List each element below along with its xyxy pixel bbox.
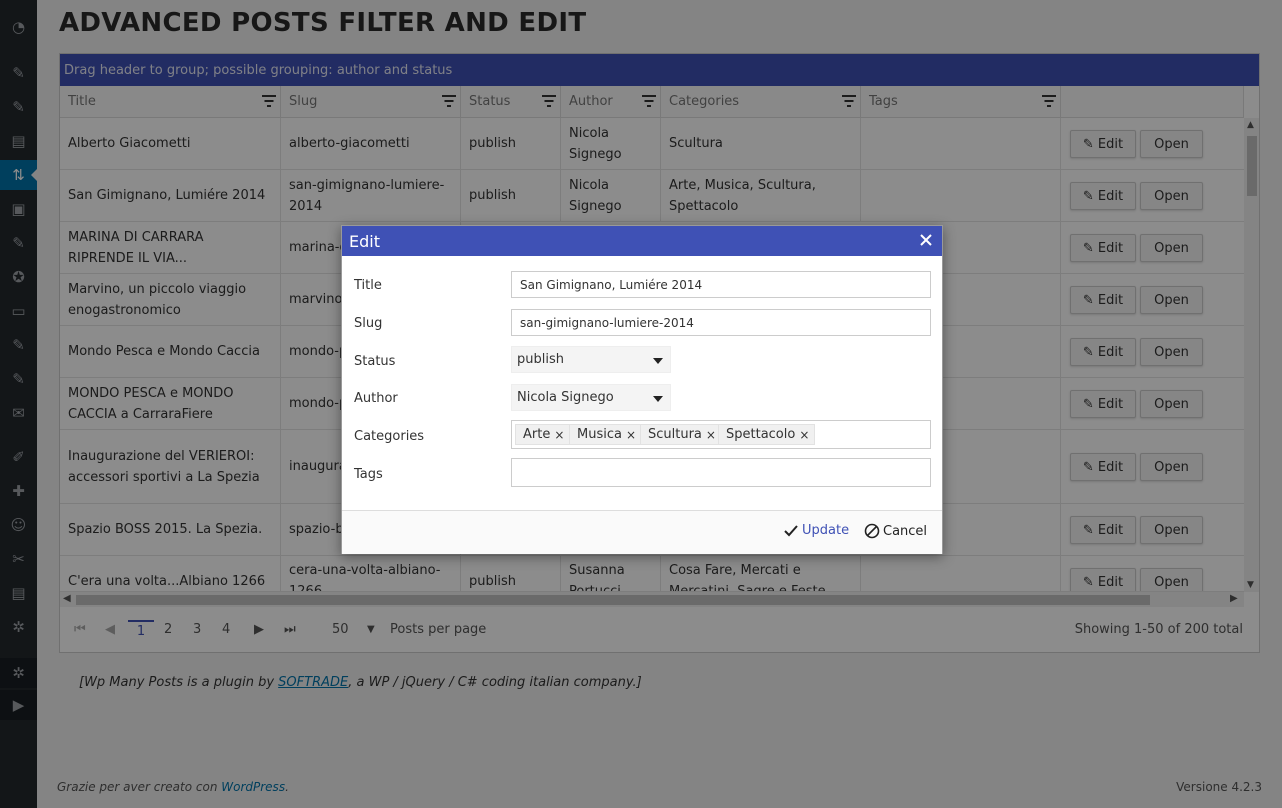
author-value: Nicola Signego [517, 390, 614, 405]
edit-dialog: Edit Title Slug Status publish Author Ni… [341, 225, 943, 554]
dialog-title: Edit [349, 231, 380, 251]
close-icon[interactable] [918, 232, 934, 248]
tags-label: Tags [354, 467, 383, 482]
category-tag: Musica × [569, 424, 643, 445]
tags-multiselect[interactable] [511, 458, 931, 487]
check-icon [784, 524, 798, 536]
update-button[interactable]: Update [783, 523, 849, 538]
author-label: Author [354, 391, 398, 406]
cancel-button[interactable]: Cancel [864, 523, 927, 539]
status-value: publish [517, 352, 564, 367]
category-tag: Arte × [515, 424, 571, 445]
remove-tag-icon[interactable]: × [799, 428, 809, 442]
dialog-footer: Update Cancel [342, 510, 942, 554]
remove-tag-icon[interactable]: × [626, 428, 636, 442]
remove-tag-icon[interactable]: × [706, 428, 716, 442]
remove-tag-icon[interactable]: × [554, 428, 564, 442]
status-select[interactable]: publish [511, 346, 671, 373]
cancel-icon [864, 523, 880, 539]
author-select[interactable]: Nicola Signego [511, 384, 671, 411]
category-tag: Scultura × [640, 424, 722, 445]
slug-label: Slug [354, 316, 383, 331]
chevron-down-icon [653, 396, 663, 402]
title-input[interactable] [511, 271, 931, 298]
dialog-header: Edit [342, 226, 942, 256]
title-label: Title [354, 278, 382, 293]
slug-input[interactable] [511, 309, 931, 336]
categories-multiselect[interactable]: Arte × Musica × Scultura × Spettacolo × [511, 420, 931, 449]
category-tag: Spettacolo × [718, 424, 816, 445]
chevron-down-icon [653, 358, 663, 364]
status-label: Status [354, 354, 396, 369]
categories-label: Categories [354, 429, 425, 444]
